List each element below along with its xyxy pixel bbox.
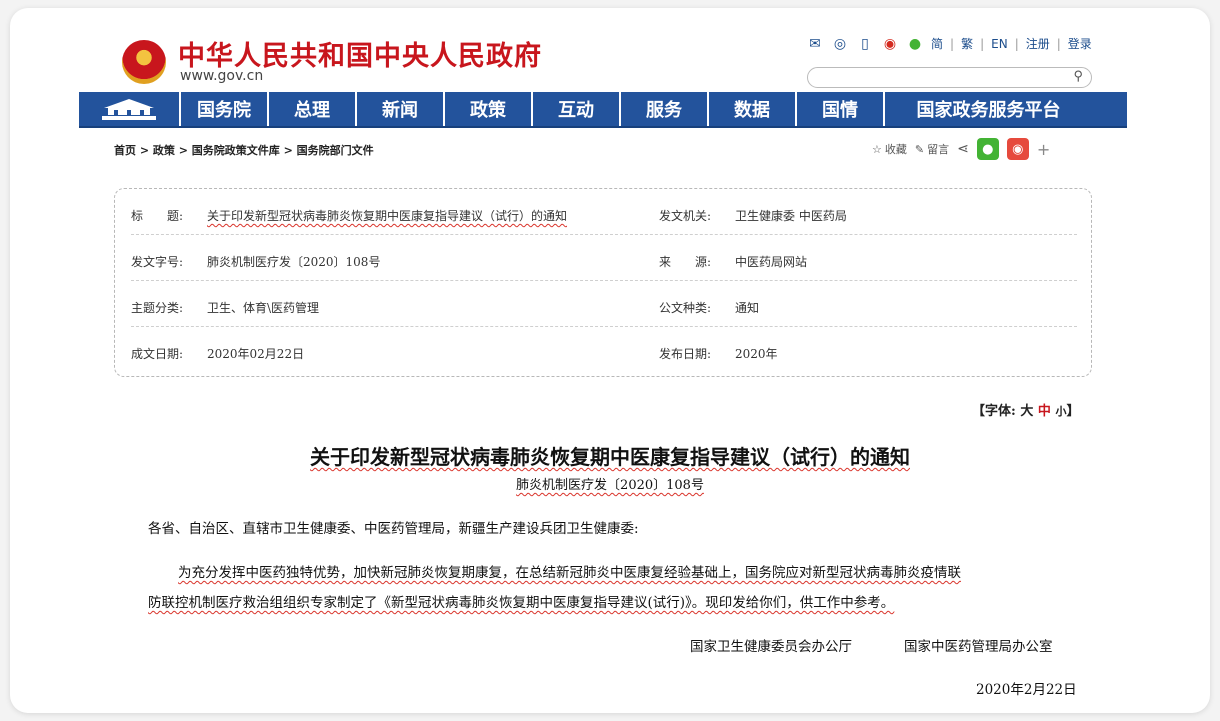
- meta-docno-value: 肺炎机制医疗发〔2020〕108号: [207, 255, 381, 269]
- font-size-small[interactable]: 小: [1055, 405, 1066, 418]
- mail-icon[interactable]: ✉: [806, 36, 824, 52]
- nav-service-platform[interactable]: 国家政务服务平台: [885, 92, 1092, 126]
- meta-source-label: 来 源:: [659, 255, 712, 269]
- signer-nhc: 国家卫生健康委员会办公厅: [690, 639, 852, 655]
- nav-policies[interactable]: 政策: [445, 92, 533, 126]
- wechat-share-icon[interactable]: ●: [976, 138, 999, 160]
- divider: |: [1014, 36, 1019, 51]
- meta-type-label: 公文种类:: [659, 301, 712, 315]
- meta-topic-value: 卫生、体育\医药管理: [207, 301, 320, 315]
- nav-services[interactable]: 服务: [621, 92, 709, 126]
- comment-button[interactable]: ✎ 留言: [915, 141, 949, 157]
- meta-row: 成文日期: 2020年02月22日 发布日期: 2020年: [131, 327, 1077, 373]
- link-english[interactable]: EN: [991, 37, 1008, 51]
- weibo-icon[interactable]: ◉: [881, 36, 899, 52]
- nav-state-council[interactable]: 国务院: [181, 92, 269, 126]
- weibo-share-icon[interactable]: ◉: [1006, 138, 1029, 160]
- favorite-button[interactable]: ☆ 收藏: [872, 141, 907, 157]
- nav-data[interactable]: 数据: [709, 92, 797, 126]
- wechat-icon[interactable]: ●: [906, 36, 924, 52]
- meta-topic-label: 主题分类:: [131, 301, 184, 315]
- meta-docno-label: 发文字号:: [131, 255, 184, 269]
- pencil-icon: ✎: [914, 142, 925, 156]
- more-share-icon[interactable]: +: [1037, 140, 1050, 159]
- signer-tcm: 国家中医药管理局办公室: [904, 639, 1053, 655]
- article-title: 关于印发新型冠状病毒肺炎恢复期中医康复指导建议（试行）的通知: [310, 445, 910, 469]
- divider: |: [1056, 36, 1061, 51]
- nav-national-conditions[interactable]: 国情: [797, 92, 885, 126]
- meta-title-label: 标 题:: [131, 209, 184, 223]
- link-simplified[interactable]: 简: [931, 35, 943, 52]
- link-login[interactable]: 登录: [1068, 35, 1092, 52]
- share-icon[interactable]: ⋖: [957, 141, 969, 157]
- nav-home[interactable]: [79, 92, 181, 126]
- top-links: ✉ ◎ ▯ ◉ ● 简 | 繁 | EN | 注册 | 登录: [806, 35, 1092, 52]
- article-body-line: 为充分发挥中医药独特优势，加快新冠肺炎恢复期康复，在总结新冠肺炎中医康复经验基础…: [178, 565, 961, 581]
- signature-date: 2020年2月22日: [976, 682, 1077, 698]
- meta-type-value: 通知: [735, 301, 760, 315]
- meta-published-label: 发布日期:: [659, 347, 712, 361]
- link-register[interactable]: 注册: [1026, 35, 1050, 52]
- meta-published-value: 2020年: [735, 347, 778, 361]
- article-body-line: 防联控机制医疗救治组组织专家制定了《新型冠状病毒肺炎恢复期中医康复指导建议(试行…: [148, 595, 895, 611]
- search-icon[interactable]: ⚲: [1073, 69, 1083, 84]
- meta-written-label: 成文日期:: [131, 347, 184, 361]
- link-traditional[interactable]: 繁: [961, 35, 973, 52]
- article-salutation: 各省、自治区、直辖市卫生健康委、中医药管理局，新疆生产建设兵团卫生健康委:: [148, 521, 639, 537]
- tiananmen-icon: [102, 99, 156, 120]
- mobile-icon[interactable]: ▯: [856, 36, 874, 52]
- star-icon: ☆: [872, 142, 882, 156]
- main-nav: 国务院 总理 新闻 政策 互动 服务 数据 国情 国家政务服务平台: [79, 92, 1127, 128]
- search-input[interactable]: ⚲: [807, 67, 1092, 88]
- favorite-label: 收藏: [884, 143, 907, 156]
- meta-issuer-label: 发文机关:: [659, 209, 712, 223]
- font-size-large[interactable]: 大: [1020, 404, 1033, 419]
- font-size-switcher: 【字体: 大 中 小】: [972, 400, 1079, 419]
- comment-label: 留言: [927, 143, 950, 156]
- page-card: 中华人民共和国中央人民政府 www.gov.cn ✉ ◎ ▯ ◉ ● 简 | 繁…: [10, 8, 1210, 713]
- national-emblem-logo[interactable]: [122, 40, 166, 84]
- font-size-medium[interactable]: 中: [1038, 404, 1051, 419]
- message-icon[interactable]: ◎: [831, 36, 849, 52]
- meta-issuer-value: 卫生健康委 中医药局: [735, 209, 847, 223]
- meta-row: 标 题: 关于印发新型冠状病毒肺炎恢复期中医康复指导建议（试行）的通知 发文机关…: [131, 189, 1077, 235]
- divider: |: [980, 36, 985, 51]
- font-size-prefix: 【字体:: [972, 404, 1016, 419]
- nav-premier[interactable]: 总理: [269, 92, 357, 126]
- divider: |: [950, 36, 955, 51]
- font-size-suffix: 】: [1066, 404, 1080, 419]
- meta-source-value: 中医药局网站: [735, 255, 808, 269]
- meta-title-value: 关于印发新型冠状病毒肺炎恢复期中医康复指导建议（试行）的通知: [207, 209, 568, 223]
- meta-row: 发文字号: 肺炎机制医疗发〔2020〕108号 来 源: 中医药局网站: [131, 235, 1077, 281]
- article-doc-number: 肺炎机制医疗发〔2020〕108号: [516, 478, 704, 493]
- nav-news[interactable]: 新闻: [357, 92, 445, 126]
- meta-row: 主题分类: 卫生、体育\医药管理 公文种类: 通知: [131, 281, 1077, 327]
- meta-written-value: 2020年02月22日: [207, 347, 305, 361]
- article-tools: ☆ 收藏 ✎ 留言 ⋖ ● ◉ +: [872, 138, 1050, 160]
- nav-interaction[interactable]: 互动: [533, 92, 621, 126]
- breadcrumb[interactable]: 首页 > 政策 > 国务院政策文件库 > 国务院部门文件: [114, 142, 374, 158]
- site-url: www.gov.cn: [180, 68, 264, 84]
- document-metadata: 标 题: 关于印发新型冠状病毒肺炎恢复期中医康复指导建议（试行）的通知 发文机关…: [114, 188, 1092, 377]
